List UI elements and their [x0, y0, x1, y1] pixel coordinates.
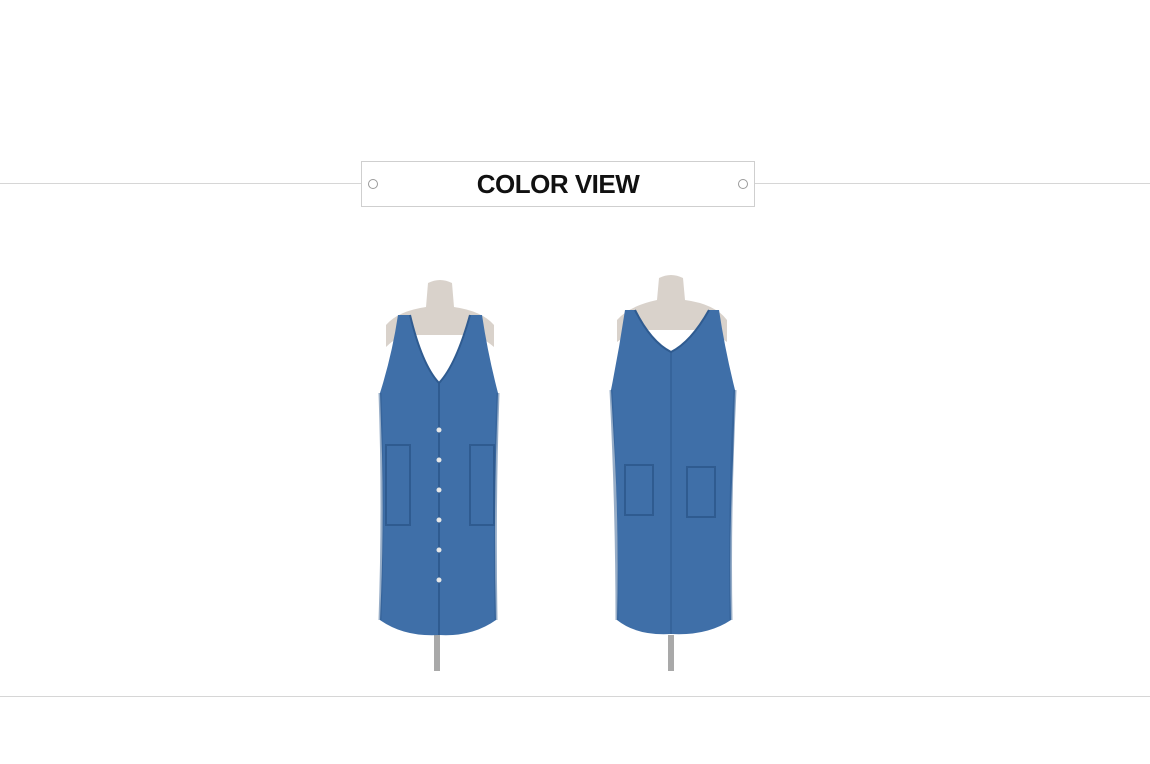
section-title-banner: COLOR VIEW — [361, 161, 755, 207]
product-photo-front — [372, 275, 506, 671]
denim-dress-front-image — [378, 280, 500, 671]
section-title: COLOR VIEW — [476, 169, 640, 199]
circle-ornament-icon — [738, 179, 748, 189]
product-photo-back — [603, 270, 743, 671]
denim-dress-back-image — [609, 275, 737, 671]
section-divider-bottom — [0, 696, 1150, 697]
